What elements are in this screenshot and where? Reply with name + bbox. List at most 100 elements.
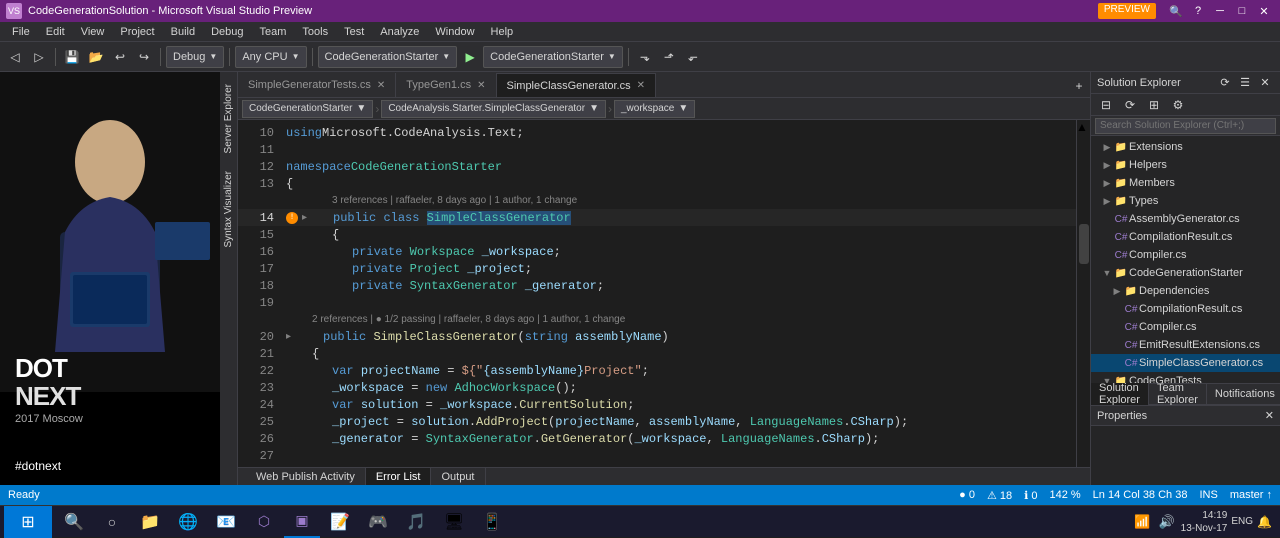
debug-mode-dropdown[interactable]: Debug ▼ — [166, 46, 224, 68]
se-collapse-btn[interactable]: ⊟ — [1095, 94, 1117, 116]
editor-scrollbar[interactable]: ▲ — [1076, 120, 1090, 467]
status-git[interactable]: master ↑ — [1230, 489, 1272, 501]
tab-simple-tests[interactable]: SimpleGeneratorTests.cs ✕ — [238, 73, 396, 97]
bottom-tab-publish[interactable]: Web Publish Activity — [246, 468, 366, 486]
close-btn[interactable]: ✕ — [1254, 3, 1274, 19]
se-prop-btn[interactable]: ☰ — [1236, 75, 1254, 91]
tb-forward[interactable]: ▷ — [28, 46, 50, 68]
expand-14[interactable]: ▸ — [302, 212, 307, 224]
tree-compiler2[interactable]: C# Compiler.cs — [1091, 318, 1280, 336]
tb-step-out[interactable]: ⬐ — [682, 46, 704, 68]
linenum-20: 20 — [238, 328, 282, 345]
tb-undo[interactable]: ↩ — [109, 46, 131, 68]
code-line-21: { — [282, 345, 1076, 362]
minimize-btn[interactable]: ─ — [1210, 3, 1230, 19]
tb-run[interactable]: ▶ — [459, 46, 481, 68]
taskbar-mail[interactable]: 📧 — [208, 506, 244, 538]
tab-close-simple[interactable]: ✕ — [637, 80, 645, 91]
menu-debug[interactable]: Debug — [203, 22, 251, 42]
taskbar-app6[interactable]: 🖥 — [436, 506, 472, 538]
maximize-btn[interactable]: □ — [1232, 3, 1252, 19]
se-search-input[interactable] — [1095, 118, 1276, 134]
bottom-tab-output[interactable]: Output — [431, 468, 485, 486]
taskbar-notifications[interactable]: 🔔 — [1257, 515, 1272, 529]
scroll-up[interactable]: ▲ — [1076, 120, 1090, 134]
bottom-tab-errors[interactable]: Error List — [366, 468, 432, 486]
taskbar-app4[interactable]: 🎮 — [360, 506, 396, 538]
tab-new-btn[interactable]: + — [1068, 75, 1090, 97]
platform-dropdown[interactable]: Any CPU ▼ — [235, 46, 306, 68]
menu-analyze[interactable]: Analyze — [372, 22, 427, 42]
taskbar-search[interactable]: 🔍 — [56, 506, 92, 538]
code-content[interactable]: using Microsoft.CodeAnalysis.Text; names… — [282, 120, 1076, 467]
se-settings-btn[interactable]: ⚙ — [1167, 94, 1189, 116]
menu-help[interactable]: Help — [483, 22, 522, 42]
menu-project[interactable]: Project — [112, 22, 162, 42]
taskbar-file-explorer[interactable]: 📁 — [132, 506, 168, 538]
status-messages[interactable]: ℹ 0 — [1024, 489, 1037, 502]
nav-class-dropdown[interactable]: CodeGenerationStarter ▼ — [242, 100, 373, 118]
tree-dependencies[interactable]: ▶ 📁 Dependencies — [1091, 282, 1280, 300]
tree-assembly-gen[interactable]: C# AssemblyGenerator.cs — [1091, 210, 1280, 228]
project-dropdown[interactable]: CodeGenerationStarter ▼ — [318, 46, 458, 68]
menu-view[interactable]: View — [73, 22, 113, 42]
menu-tools[interactable]: Tools — [294, 22, 336, 42]
properties-close[interactable]: ✕ — [1265, 409, 1274, 422]
nav-member-dropdown[interactable]: CodeAnalysis.Starter.SimpleClassGenerato… — [381, 100, 606, 118]
taskbar-vs-active[interactable]: ▣ — [284, 506, 320, 538]
tab-close-tests[interactable]: ✕ — [377, 80, 385, 91]
se-filter-btn[interactable]: ⊞ — [1143, 94, 1165, 116]
se-tab-solution[interactable]: Solution Explorer — [1091, 383, 1149, 405]
tab-close-typegen[interactable]: ✕ — [477, 80, 485, 91]
menu-file[interactable]: File — [4, 22, 38, 42]
menu-window[interactable]: Window — [427, 22, 482, 42]
start-button[interactable]: ⊞ — [4, 506, 52, 538]
tb-open[interactable]: 📂 — [85, 46, 107, 68]
side-tab-server[interactable]: Server Explorer — [221, 76, 236, 161]
tab-typegen[interactable]: TypeGen1.cs ✕ — [396, 73, 496, 97]
tb-save[interactable]: 💾 — [61, 46, 83, 68]
taskbar-cortana[interactable]: ○ — [94, 506, 130, 538]
menu-edit[interactable]: Edit — [38, 22, 73, 42]
taskbar-vs-pinned[interactable]: ⬡ — [246, 506, 282, 538]
video-panel: DOT NEXT 2017 Moscow #dotnext — [0, 72, 220, 485]
tab-simple-class[interactable]: SimpleClassGenerator.cs ✕ — [497, 73, 657, 97]
nav-field-dropdown[interactable]: _workspace ▼ — [614, 100, 695, 118]
tree-compilation2[interactable]: C# CompilationResult.cs — [1091, 300, 1280, 318]
status-warnings[interactable]: ⚠ 18 — [987, 489, 1012, 502]
se-refresh-btn[interactable]: ⟳ — [1119, 94, 1141, 116]
tree-compiler[interactable]: C# Compiler.cs — [1091, 246, 1280, 264]
code-editor[interactable]: 10 11 12 13 14 15 16 17 18 19 20 21 22 2… — [238, 120, 1090, 467]
tree-types[interactable]: ▶ 📁 Types — [1091, 192, 1280, 210]
help-btn[interactable]: ? — [1188, 3, 1208, 19]
tree-members[interactable]: ▶ 📁 Members — [1091, 174, 1280, 192]
taskbar-volume: 🔊 — [1156, 514, 1176, 530]
scroll-thumb[interactable] — [1079, 224, 1089, 264]
tree-extensions[interactable]: ▶ 📁 Extensions — [1091, 138, 1280, 156]
taskbar-app3[interactable]: 📝 — [322, 506, 358, 538]
search-btn[interactable]: 🔍 — [1166, 3, 1186, 19]
tree-codegen-starter[interactable]: ▼ 📁 CodeGenerationStarter — [1091, 264, 1280, 282]
tb-step-over[interactable]: ⬎ — [634, 46, 656, 68]
menu-build[interactable]: Build — [163, 22, 203, 42]
se-tab-team[interactable]: Team Explorer — [1149, 383, 1207, 405]
se-tab-notifications[interactable]: Notifications — [1207, 383, 1280, 405]
expand-20[interactable]: ▸ — [286, 331, 291, 343]
menu-test[interactable]: Test — [336, 22, 372, 42]
tb-step-into[interactable]: ⬏ — [658, 46, 680, 68]
tree-emit-result[interactable]: C# EmitResultExtensions.cs — [1091, 336, 1280, 354]
side-tab-syntax[interactable]: Syntax Visualizer — [221, 163, 236, 256]
se-close-btn[interactable]: ✕ — [1256, 75, 1274, 91]
tree-compilation-result[interactable]: C# CompilationResult.cs — [1091, 228, 1280, 246]
tb-back[interactable]: ◁ — [4, 46, 26, 68]
status-errors[interactable]: ● 0 — [959, 489, 975, 501]
tree-simple-class-gen[interactable]: C# SimpleClassGenerator.cs — [1091, 354, 1280, 372]
tree-helpers[interactable]: ▶ 📁 Helpers — [1091, 156, 1280, 174]
taskbar-app5[interactable]: 🎵 — [398, 506, 434, 538]
taskbar-edge[interactable]: 🌐 — [170, 506, 206, 538]
run-target-dropdown[interactable]: CodeGenerationStarter ▼ — [483, 46, 623, 68]
taskbar-app7[interactable]: 📱 — [474, 506, 510, 538]
menu-team[interactable]: Team — [252, 22, 295, 42]
se-sync-btn[interactable]: ⟳ — [1216, 75, 1234, 91]
tb-redo[interactable]: ↪ — [133, 46, 155, 68]
